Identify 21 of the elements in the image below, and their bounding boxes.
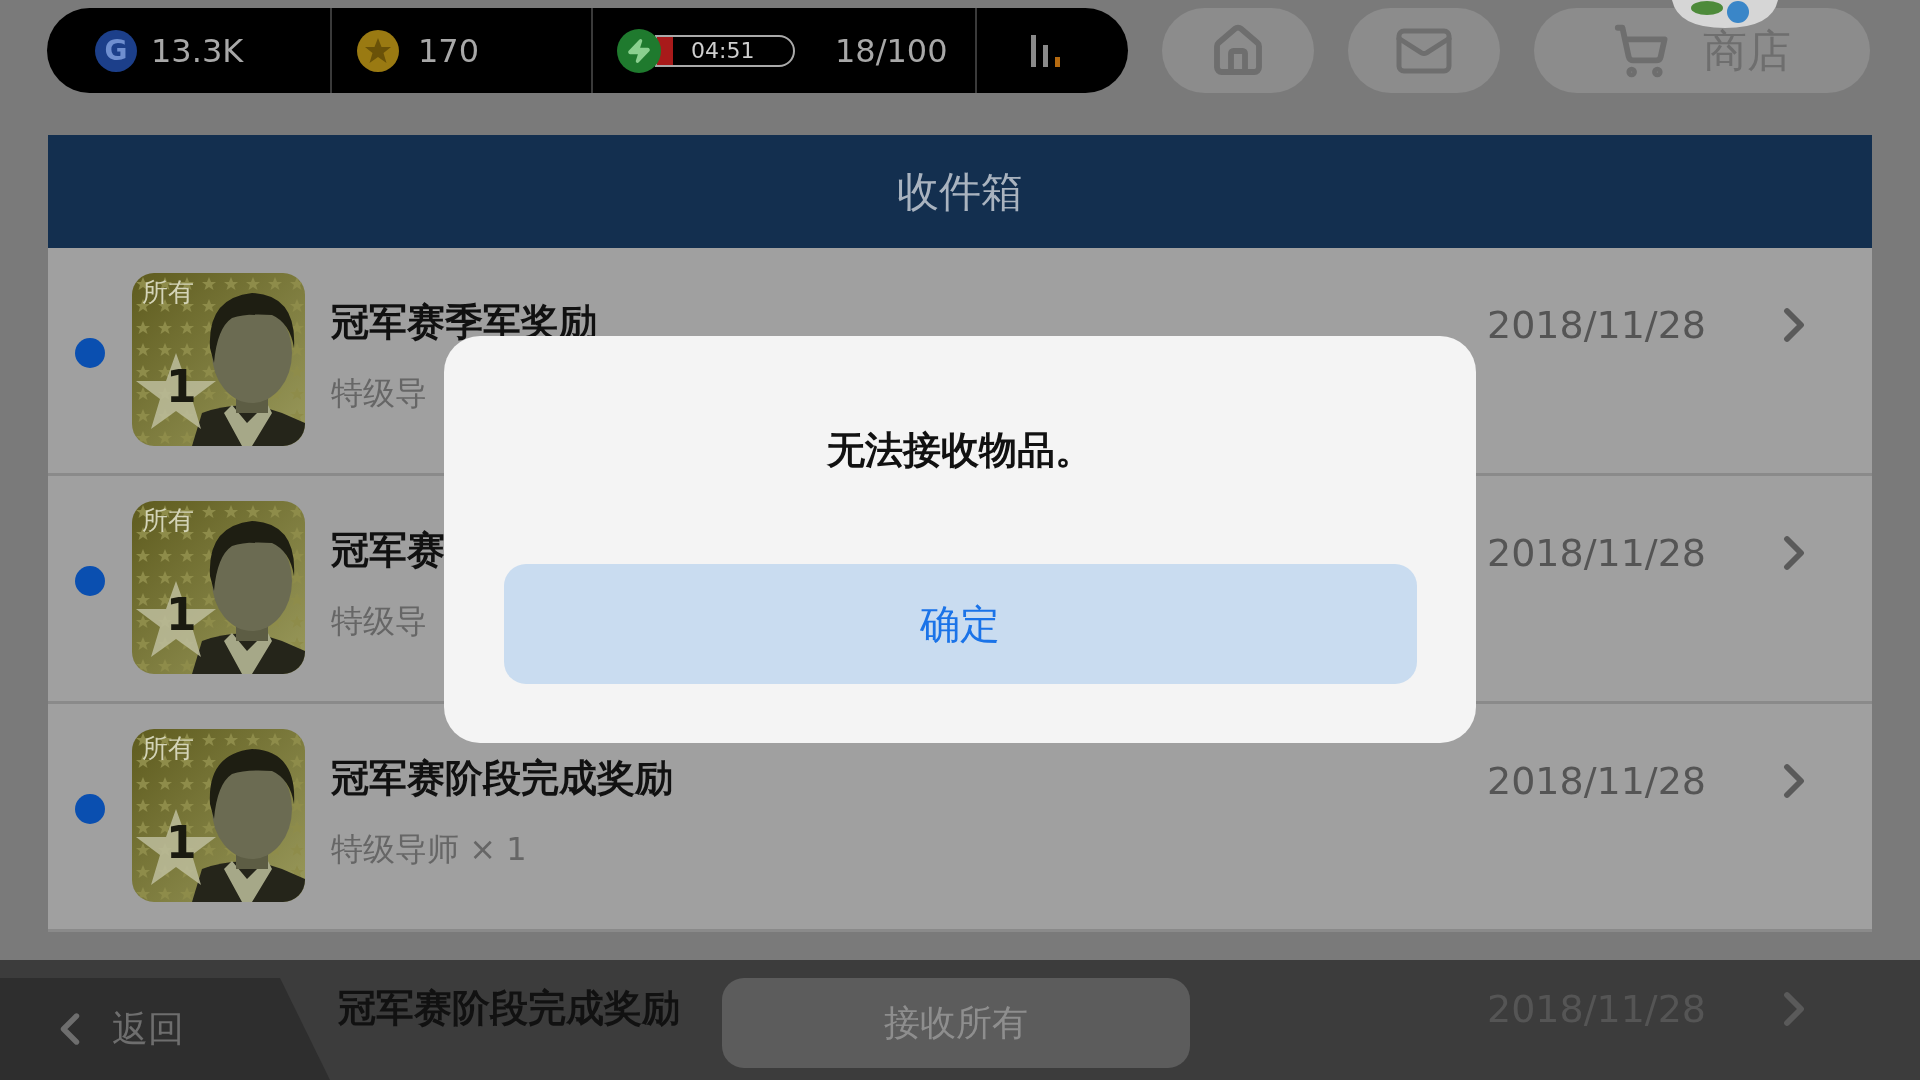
energy-count: 18/100 xyxy=(835,34,948,67)
inbox-title: 收件箱 xyxy=(897,170,1023,213)
message-subtitle: 特级导 xyxy=(331,605,428,637)
rank-number: 1 xyxy=(166,365,197,409)
owned-label: 所有 xyxy=(142,735,194,761)
message-subtitle: 特级导师 × 1 xyxy=(331,833,528,865)
message-date: 2018/11/28 xyxy=(1486,762,1706,800)
energy-timer: 04:51 xyxy=(691,39,755,62)
message-date: 2018/11/28 xyxy=(1486,306,1706,344)
dialog-message: 无法接收物品。 xyxy=(827,431,1093,469)
g-currency-icon: G xyxy=(95,29,137,72)
rank-number: 1 xyxy=(166,593,197,637)
message-title: 冠军赛 xyxy=(331,531,445,569)
rank-number: 1 xyxy=(166,821,197,865)
currency-amount: 13.3K xyxy=(151,34,244,67)
message-subtitle: 特级导 xyxy=(331,377,428,409)
owned-label: 所有 xyxy=(142,507,194,533)
message-title: 冠军赛阶段完成奖励 xyxy=(331,759,673,797)
message-date: 2018/11/28 xyxy=(1486,534,1706,572)
owned-label: 所有 xyxy=(142,279,194,305)
coin-amount: 170 xyxy=(418,34,480,67)
